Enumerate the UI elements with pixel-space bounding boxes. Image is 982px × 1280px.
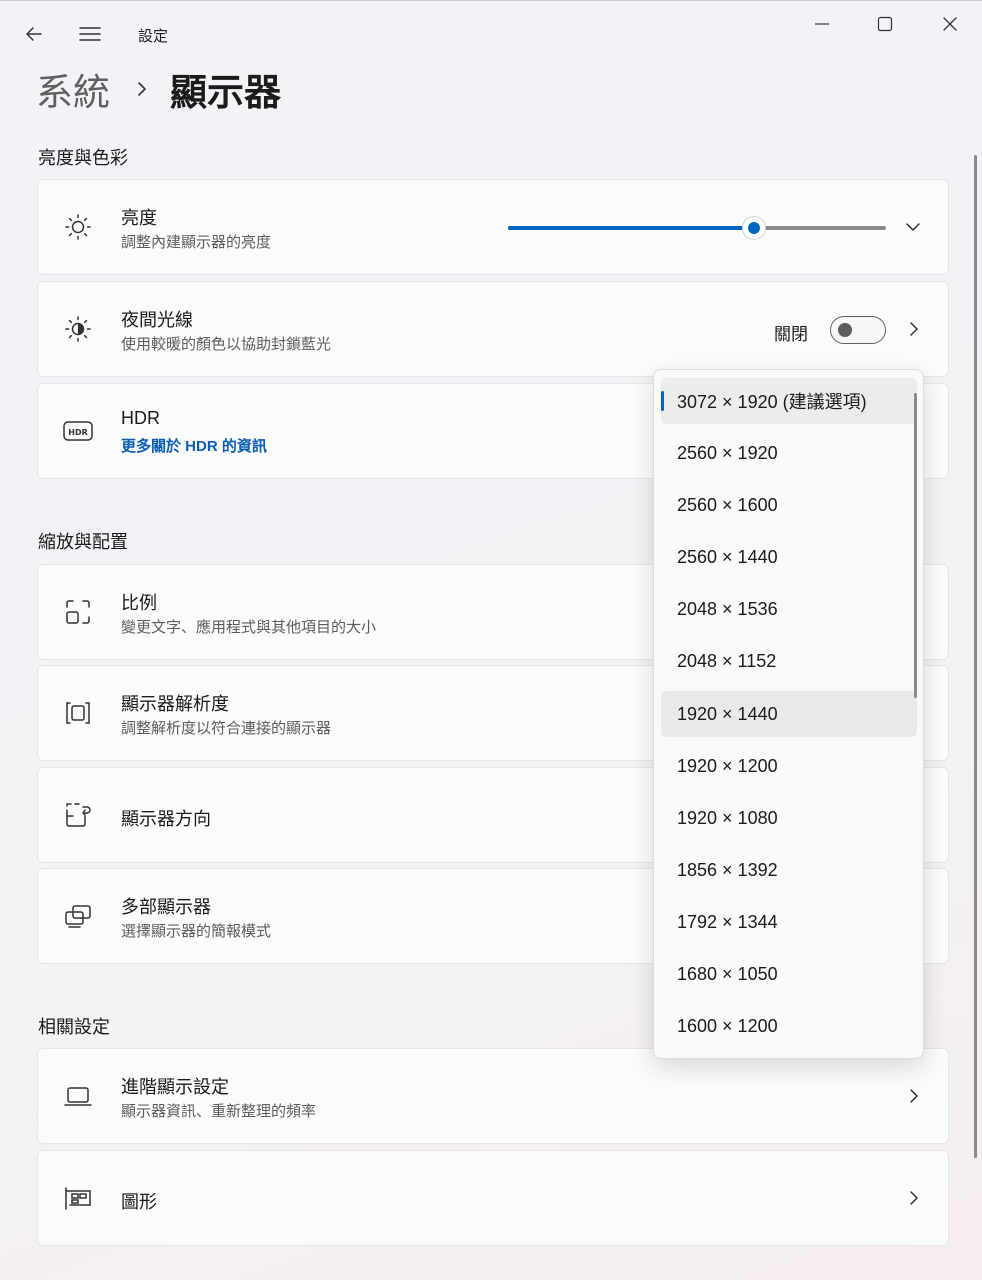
selected-indicator: [661, 391, 664, 411]
advanced-display-subtitle: 顯示器資訊、重新整理的頻率: [121, 1103, 317, 1120]
resolution-option[interactable]: 1920 × 1080: [661, 795, 917, 841]
resolution-option[interactable]: 2048 × 1152: [661, 638, 917, 684]
maximize-icon: [877, 16, 893, 32]
brightness-sun-icon: [62, 211, 94, 243]
graphics-card-icon: [62, 1182, 94, 1214]
brightness-slider[interactable]: [508, 216, 886, 240]
orientation-icon: [62, 799, 94, 831]
orientation-title: 顯示器方向: [121, 809, 211, 829]
night-light-subtitle: 使用較暖的顏色以協助封鎖藍光: [121, 336, 332, 353]
night-light-toggle[interactable]: [830, 316, 886, 344]
resolution-icon: [62, 697, 94, 729]
hdr-icon: HDR: [62, 415, 94, 447]
section-title-scale-layout: 縮放與配置: [38, 532, 128, 552]
advanced-display-card[interactable]: 進階顯示設定 顯示器資訊、重新整理的頻率: [37, 1048, 949, 1144]
multiple-displays-icon: [62, 900, 94, 932]
resolution-subtitle: 調整解析度以符合連接的顯示器: [121, 720, 332, 737]
maximize-button[interactable]: [869, 8, 901, 40]
scale-icon: [62, 596, 94, 628]
brightness-title: 亮度: [121, 208, 157, 228]
dropdown-scrollbar[interactable]: [914, 393, 917, 698]
chevron-right-icon[interactable]: [906, 1088, 922, 1104]
multiple-displays-title: 多部顯示器: [121, 897, 211, 917]
breadcrumb-chevron-icon: [136, 80, 148, 98]
resolution-option[interactable]: 1680 × 1050: [661, 951, 917, 997]
laptop-icon: [62, 1080, 94, 1112]
slider-fill: [508, 226, 754, 230]
brightness-card[interactable]: 亮度 調整內建顯示器的亮度: [37, 179, 949, 275]
resolution-dropdown-list: 3072 × 1920 (建議選項) 2560 × 1920 2560 × 16…: [653, 369, 924, 1059]
scale-subtitle: 變更文字、應用程式與其他項目的大小: [121, 619, 377, 636]
section-title-related: 相關設定: [38, 1017, 110, 1037]
page-title: 顯示器: [170, 72, 281, 113]
advanced-display-title: 進階顯示設定: [121, 1077, 229, 1097]
back-button[interactable]: [18, 18, 50, 50]
window-scrollbar[interactable]: [974, 155, 977, 1158]
night-light-card[interactable]: 夜間光線 使用較暖的顏色以協助封鎖藍光 關閉: [37, 281, 949, 377]
slider-thumb[interactable]: [741, 216, 766, 240]
back-arrow-icon: [26, 27, 42, 41]
breadcrumb: 系統 顯示器: [36, 64, 281, 114]
hdr-info-link[interactable]: 更多關於 HDR 的資訊: [121, 435, 267, 456]
app-title: 設定: [138, 28, 169, 45]
multiple-displays-subtitle: 選擇顯示器的簡報模式: [121, 923, 272, 940]
resolution-option[interactable]: 1920 × 1200: [661, 743, 917, 789]
resolution-title: 顯示器解析度: [121, 694, 229, 714]
chevron-right-icon[interactable]: [906, 321, 922, 337]
resolution-option[interactable]: 2048 × 1536: [661, 586, 917, 632]
close-button[interactable]: [934, 8, 966, 40]
close-icon: [943, 17, 957, 31]
night-light-state-label: 關閉: [774, 325, 808, 344]
minimize-icon: [815, 23, 829, 25]
navigation-menu-button[interactable]: [74, 18, 106, 50]
resolution-option[interactable]: 2560 × 1440: [661, 534, 917, 580]
resolution-option[interactable]: 2560 × 1920: [661, 430, 917, 476]
resolution-option[interactable]: 1792 × 1344: [661, 899, 917, 945]
breadcrumb-parent[interactable]: 系統: [36, 62, 110, 116]
resolution-option[interactable]: 1920 × 1440: [661, 691, 917, 737]
expand-chevron-down-icon[interactable]: [904, 218, 922, 236]
graphics-title: 圖形: [121, 1192, 157, 1212]
resolution-option[interactable]: 2560 × 1600: [661, 482, 917, 528]
svg-text:HDR: HDR: [68, 428, 88, 437]
resolution-option[interactable]: 1856 × 1392: [661, 847, 917, 893]
hdr-title: HDR: [121, 408, 160, 428]
scale-title: 比例: [121, 593, 157, 613]
minimize-button[interactable]: [806, 8, 838, 40]
night-light-icon: [62, 313, 94, 345]
brightness-subtitle: 調整內建顯示器的亮度: [121, 234, 272, 251]
resolution-option[interactable]: 1600 × 1200: [661, 1003, 917, 1049]
night-light-title: 夜間光線: [121, 310, 193, 330]
section-title-brightness-color: 亮度與色彩: [38, 148, 128, 168]
chevron-right-icon[interactable]: [906, 1190, 922, 1206]
hamburger-icon: [79, 27, 101, 41]
graphics-card[interactable]: 圖形: [37, 1150, 949, 1246]
title-bar: 設定: [0, 0, 982, 62]
resolution-option[interactable]: 3072 × 1920 (建議選項): [661, 378, 917, 424]
